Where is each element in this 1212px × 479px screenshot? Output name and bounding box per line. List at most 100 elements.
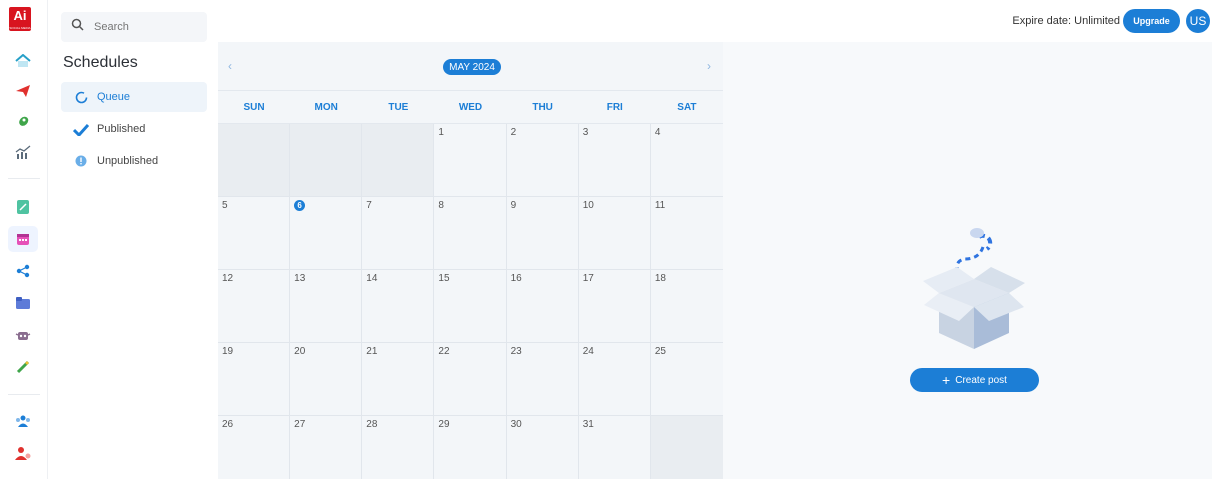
weekday-label: THU [532,101,553,113]
day-number: 21 [366,346,378,357]
calendar-day-cell[interactable]: 17 [578,270,651,343]
schedule-calendar: ‹ MAY 2024 › SUN MON TUE WED THU FRI SAT… [218,42,723,479]
weekday-label: WED [458,101,483,113]
calendar-day-cell[interactable]: 11 [650,197,723,270]
calendar-day-cell[interactable]: 18 [650,270,723,343]
share-icon[interactable] [14,262,32,280]
day-number: 15 [438,273,450,284]
calendar-day-cell[interactable]: 27 [290,416,363,479]
nav-item-queue[interactable]: Queue [61,82,207,112]
nav-item-unpublished[interactable]: Unpublished [61,146,207,176]
day-number: 30 [510,419,522,430]
day-number: 31 [582,419,594,430]
calendar-day-cell[interactable]: 16 [506,270,579,343]
bot-icon[interactable] [14,326,32,344]
nav-item-label: Published [97,123,146,135]
team-icon[interactable] [14,412,32,430]
calendar-day-cell[interactable]: 22 [434,343,507,416]
calendar-day-cell[interactable] [362,124,435,197]
folder-icon[interactable] [14,294,32,312]
logo-text: Ai [13,8,27,23]
empty-box-illustration [923,228,1025,349]
day-number: 13 [294,273,306,284]
calendar-day-cell[interactable]: 2 [506,124,579,197]
month-label[interactable]: MAY 2024 [443,59,501,75]
calendar-day-cell[interactable]: 24 [578,343,651,416]
weekday-label: SAT [677,101,697,113]
calendar-day-cell[interactable]: 10 [578,197,651,270]
calendar-icon[interactable] [14,230,32,248]
expire-date-text: Expire date: Unlimited [1012,15,1120,27]
home-icon[interactable] [14,52,32,70]
calendar-day-cell[interactable]: 23 [506,343,579,416]
day-number: 9 [510,200,517,211]
user-add-icon[interactable] [14,444,32,462]
calendar-header: ‹ MAY 2024 › [218,42,723,90]
calendar-grid: 1 2 3 4 5 6 7 8 9 10 11 12 13 14 15 16 17 18 19 20 21 22 23 24 2… [218,124,723,479]
calendar-day-cell[interactable]: 26 [218,416,291,479]
calendar-day-cell[interactable]: 4 [650,124,723,197]
logo-subtext: SOCIAL MEDIA [9,26,31,30]
day-number: 27 [294,419,306,430]
weekday-header: SUN MON TUE WED THU FRI SAT [218,90,723,124]
day-number: 4 [654,127,661,138]
alert-icon [73,153,89,169]
calendar-day-cell[interactable]: 21 [362,343,435,416]
calendar-day-cell[interactable]: 31 [578,416,651,479]
analytics-icon[interactable] [14,143,32,161]
nav-item-label: Queue [97,91,131,103]
calendar-day-cell[interactable]: 8 [434,197,507,270]
nav-item-published[interactable]: Published [61,114,207,144]
top-bar: Expire date: Unlimited Upgrade US [218,0,1212,42]
day-number: 14 [366,273,378,284]
calendar-day-cell[interactable]: 25 [650,343,723,416]
next-month-icon[interactable]: › [702,58,716,74]
day-number: 12 [222,273,234,284]
search-box[interactable] [61,12,207,42]
calendar-day-cell[interactable]: 1 [434,124,507,197]
create-post-button[interactable]: + Create post [910,368,1039,392]
calendar-day-cell[interactable]: 6 [290,197,363,270]
calendar-day-cell[interactable]: 13 [290,270,363,343]
weekday-label: FRI [606,101,623,113]
schedules-sidebar: Schedules Queue Published Unpublished [49,0,217,479]
calendar-day-cell[interactable]: 15 [434,270,507,343]
calendar-day-cell[interactable] [650,416,723,479]
day-number: 8 [438,200,444,211]
day-number: 17 [582,273,594,284]
day-number: 20 [294,346,306,357]
app-logo[interactable]: Ai SOCIAL MEDIA [9,7,31,31]
nav-item-label: Unpublished [97,155,159,167]
search-input[interactable] [94,21,194,33]
icon-rail: Ai SOCIAL MEDIA [0,0,48,479]
avatar[interactable]: US [1186,9,1210,33]
calendar-day-cell[interactable]: 7 [362,197,435,270]
calendar-day-cell[interactable] [218,124,291,197]
upgrade-button[interactable]: Upgrade [1123,9,1180,33]
prev-month-icon[interactable]: ‹ [223,58,237,74]
empty-state-pane: + Create post [723,42,1212,479]
plus-icon: + [942,372,951,388]
send-icon[interactable] [14,82,32,100]
magic-wand-icon[interactable] [14,358,32,376]
day-number: 22 [438,346,450,357]
create-post-label: Create post [955,374,1007,386]
calendar-day-cell[interactable]: 28 [362,416,435,479]
rocket-icon[interactable] [14,113,32,131]
page-title: Schedules [63,54,138,71]
weekday-label: SUN [243,101,265,113]
day-number: 3 [582,127,589,138]
calendar-day-cell[interactable]: 20 [290,343,363,416]
calendar-day-cell[interactable]: 29 [434,416,507,479]
calendar-day-cell[interactable]: 5 [218,197,291,270]
calendar-day-cell[interactable]: 9 [506,197,579,270]
calendar-day-cell[interactable]: 14 [362,270,435,343]
calendar-day-cell[interactable]: 3 [578,124,651,197]
calendar-day-cell[interactable]: 30 [506,416,579,479]
day-number: 5 [222,200,228,211]
post-editor-icon[interactable] [14,198,32,216]
calendar-day-cell[interactable] [290,124,363,197]
day-number: 7 [366,200,372,211]
calendar-day-cell[interactable]: 12 [218,270,291,343]
calendar-day-cell[interactable]: 19 [218,343,291,416]
